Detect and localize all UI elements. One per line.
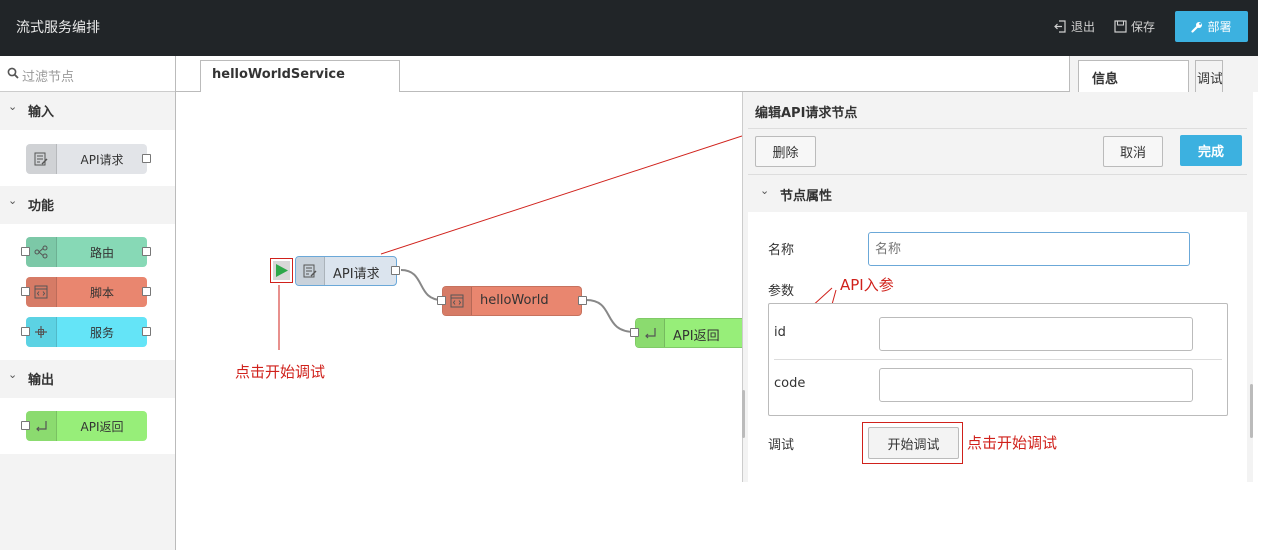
flow-node-label: API返回 [673,329,720,344]
tab-debug[interactable]: 调试 [1195,60,1223,92]
output-port[interactable] [142,154,151,163]
input-port[interactable] [21,421,30,430]
palette-node-label: 路由 [89,246,114,260]
name-input[interactable] [868,232,1190,266]
output-port[interactable] [142,247,151,256]
api-request-icon [26,144,57,174]
app-title: 流式服务编排 [16,20,100,36]
category-output-body: API返回 [0,398,175,454]
save-icon [1114,20,1127,33]
api-return-icon [26,411,57,441]
annotation-start-debug-2: 点击开始调试 [967,434,1058,452]
flow-node-api-request[interactable]: API请求 [295,256,400,286]
output-port[interactable] [578,296,587,305]
param-id-input[interactable] [879,317,1193,351]
play-icon [276,264,288,277]
filter-bar[interactable]: 过滤节点 [0,56,175,92]
category-label: 输出 [28,373,55,388]
palette-node-label: API返回 [80,420,124,434]
input-port[interactable] [21,247,30,256]
search-icon [7,67,19,79]
output-port[interactable] [391,266,400,275]
save-label: 保存 [1131,20,1156,34]
debug-label: 调试 [768,438,795,453]
flow-node-label: helloWorld [480,293,549,308]
palette-node-api-request[interactable]: API请求 [26,144,151,174]
save-button[interactable]: 保存 [1114,18,1155,35]
logout-icon [1054,20,1066,33]
annotation-start-debug: 点击开始调试 [235,363,326,381]
chevron-down-icon: ⌄ [760,184,770,197]
flow-node-helloworld[interactable]: helloWorld [437,286,587,316]
tray-title: 编辑API请求节点 [755,106,858,121]
service-icon [26,317,57,347]
category-function-body: 路由 脚本 服务 [0,224,175,360]
palette-node-label: API请求 [80,153,124,167]
tab-info[interactable]: 信息 [1078,60,1189,92]
palette-node-label: 服务 [89,326,114,340]
name-label: 名称 [768,243,795,258]
chevron-down-icon: ⌄ [8,368,18,381]
canvas-scrollbar[interactable] [742,390,745,438]
route-icon [26,237,57,267]
filter-input[interactable]: 过滤节点 [22,66,74,85]
tab-debug-label: 调试 [1197,72,1223,87]
api-return-icon [636,319,665,347]
palette-node-service[interactable]: 服务 [21,317,151,347]
flow-node-api-return[interactable]: API返回 [630,318,745,348]
logout-button[interactable]: 退出 [1054,18,1095,35]
deploy-label: 部署 [1207,20,1232,34]
category-input-header[interactable]: ⌄ 输入 [0,92,175,128]
input-port[interactable] [437,296,446,305]
category-input-body: API请求 [0,130,175,186]
tab-info-label: 信息 [1092,72,1119,87]
script-icon [443,287,472,315]
palette-node-api-return[interactable]: API返回 [21,411,147,441]
script-icon [26,277,57,307]
annotation-api-params: API入参 [840,276,894,294]
wrench-icon [1191,21,1203,33]
tray-toolbar [748,128,1247,175]
chevron-down-icon: ⌄ [8,100,18,113]
done-button[interactable]: 完成 [1180,135,1242,166]
param-name-id: id [774,325,786,340]
cancel-button[interactable]: 取消 [1103,136,1163,167]
deploy-button[interactable]: 部署 [1175,11,1248,42]
category-function-header[interactable]: ⌄ 功能 [0,186,175,222]
start-debug-button[interactable]: 开始调试 [868,427,959,459]
input-port[interactable] [21,287,30,296]
category-output-header[interactable]: ⌄ 输出 [0,360,175,396]
api-request-icon [296,257,325,285]
output-port[interactable] [142,327,151,336]
params-divider [774,359,1222,360]
logout-label: 退出 [1071,20,1096,34]
category-label: 输入 [28,105,55,120]
input-port[interactable] [630,328,639,337]
palette-node-route[interactable]: 路由 [21,237,151,267]
flow-canvas[interactable]: API请求 helloWorld API返回 点击开始调试 [176,92,745,550]
inject-button[interactable] [273,261,290,280]
output-port[interactable] [142,287,151,296]
chevron-down-icon: ⌄ [8,194,18,207]
input-port[interactable] [21,327,30,336]
delete-button[interactable]: 删除 [755,136,816,167]
palette-node-label: 脚本 [89,286,114,300]
node-properties-header[interactable]: ⌄ 节点属性 [748,176,1247,212]
flow-node-label: API请求 [333,267,380,282]
category-label: 功能 [28,199,55,214]
param-name-code: code [774,376,806,391]
node-properties-label: 节点属性 [780,189,833,204]
palette-node-script[interactable]: 脚本 [21,277,151,307]
param-code-input[interactable] [879,368,1193,402]
tray-scrollbar[interactable] [1250,384,1253,438]
tab-label: helloWorldService [212,67,345,82]
